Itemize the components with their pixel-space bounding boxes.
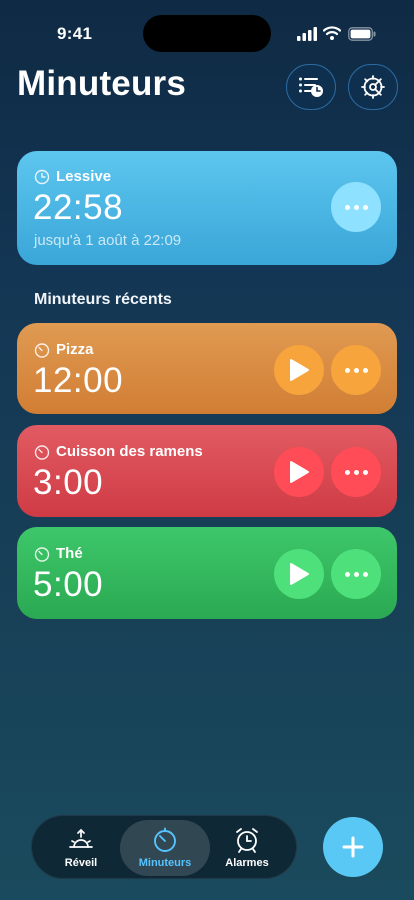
dot bbox=[344, 204, 350, 210]
timer-label: Pizza bbox=[34, 341, 94, 358]
timer-label: Cuisson des ramens bbox=[34, 443, 203, 460]
dot bbox=[362, 367, 368, 373]
dot bbox=[353, 469, 359, 475]
more-options-button[interactable] bbox=[331, 549, 381, 599]
timer-duration: 12:00 bbox=[33, 361, 124, 400]
timer-name: Lessive bbox=[56, 168, 112, 185]
dot bbox=[353, 367, 359, 373]
more-options-button[interactable] bbox=[331, 182, 381, 232]
dot bbox=[362, 571, 368, 577]
list-clock-icon bbox=[299, 77, 323, 97]
dot bbox=[344, 469, 350, 475]
start-button[interactable] bbox=[274, 345, 324, 395]
play-icon bbox=[290, 563, 309, 585]
add-timer-button[interactable] bbox=[323, 817, 383, 877]
play-icon bbox=[290, 359, 309, 381]
dot bbox=[344, 367, 350, 373]
recent-timer-card[interactable]: Thé 5:00 bbox=[17, 527, 397, 619]
cellular-signal-icon bbox=[297, 27, 317, 41]
page-title: Minuteurs bbox=[17, 64, 187, 103]
timer-name: Pizza bbox=[56, 341, 94, 358]
recent-timer-card[interactable]: Pizza 12:00 bbox=[17, 323, 397, 414]
wifi-icon bbox=[323, 26, 341, 40]
tab-label: Réveil bbox=[64, 857, 98, 869]
status-time: 9:41 bbox=[57, 24, 93, 43]
timer-name: Thé bbox=[56, 545, 83, 562]
timer-remaining: 22:58 bbox=[33, 188, 124, 227]
start-button[interactable] bbox=[274, 447, 324, 497]
dynamic-island bbox=[143, 15, 271, 52]
tab-bar: Réveil Minuteurs Alarmes bbox=[31, 815, 297, 879]
status-bar: 9:41 bbox=[0, 0, 414, 60]
timer-label: Lessive bbox=[34, 168, 111, 185]
sunrise-icon bbox=[69, 828, 93, 848]
alarm-clock-icon bbox=[236, 828, 258, 853]
more-options-button[interactable] bbox=[331, 447, 381, 497]
recent-timers-title: Minuteurs récents bbox=[34, 291, 172, 308]
settings-button[interactable] bbox=[348, 64, 398, 110]
dot bbox=[362, 204, 368, 210]
tab-minuteurs[interactable]: Minuteurs bbox=[120, 820, 210, 876]
tab-reveil[interactable]: Réveil bbox=[36, 820, 126, 876]
timer-duration: 5:00 bbox=[33, 565, 104, 604]
timer-name: Cuisson des ramens bbox=[56, 443, 203, 460]
tab-alarmes[interactable]: Alarmes bbox=[202, 820, 292, 876]
timer-end-time: jusqu'à 1 août à 22:09 bbox=[34, 232, 182, 249]
clock-icon bbox=[34, 169, 50, 184]
battery-icon bbox=[348, 27, 376, 41]
recent-timer-card[interactable]: Cuisson des ramens 3:00 bbox=[17, 425, 397, 517]
gear-icon bbox=[361, 75, 385, 99]
more-options-button[interactable] bbox=[331, 345, 381, 395]
timer-icon bbox=[34, 444, 50, 460]
timer-icon bbox=[154, 827, 176, 852]
timer-icon bbox=[34, 546, 50, 562]
timer-duration: 3:00 bbox=[33, 463, 104, 502]
plus-icon bbox=[342, 836, 364, 858]
dot bbox=[344, 571, 350, 577]
tab-label: Alarmes bbox=[225, 857, 269, 869]
active-timer-card[interactable]: Lessive 22:58 jusqu'à 1 août à 22:09 bbox=[17, 151, 397, 265]
dot bbox=[362, 469, 368, 475]
dot bbox=[353, 571, 359, 577]
dot bbox=[353, 204, 359, 210]
play-icon bbox=[290, 461, 309, 483]
start-button[interactable] bbox=[274, 549, 324, 599]
tab-label: Minuteurs bbox=[138, 857, 192, 869]
timer-icon bbox=[34, 342, 50, 358]
timer-label: Thé bbox=[34, 545, 83, 562]
timer-list-button[interactable] bbox=[286, 64, 336, 110]
